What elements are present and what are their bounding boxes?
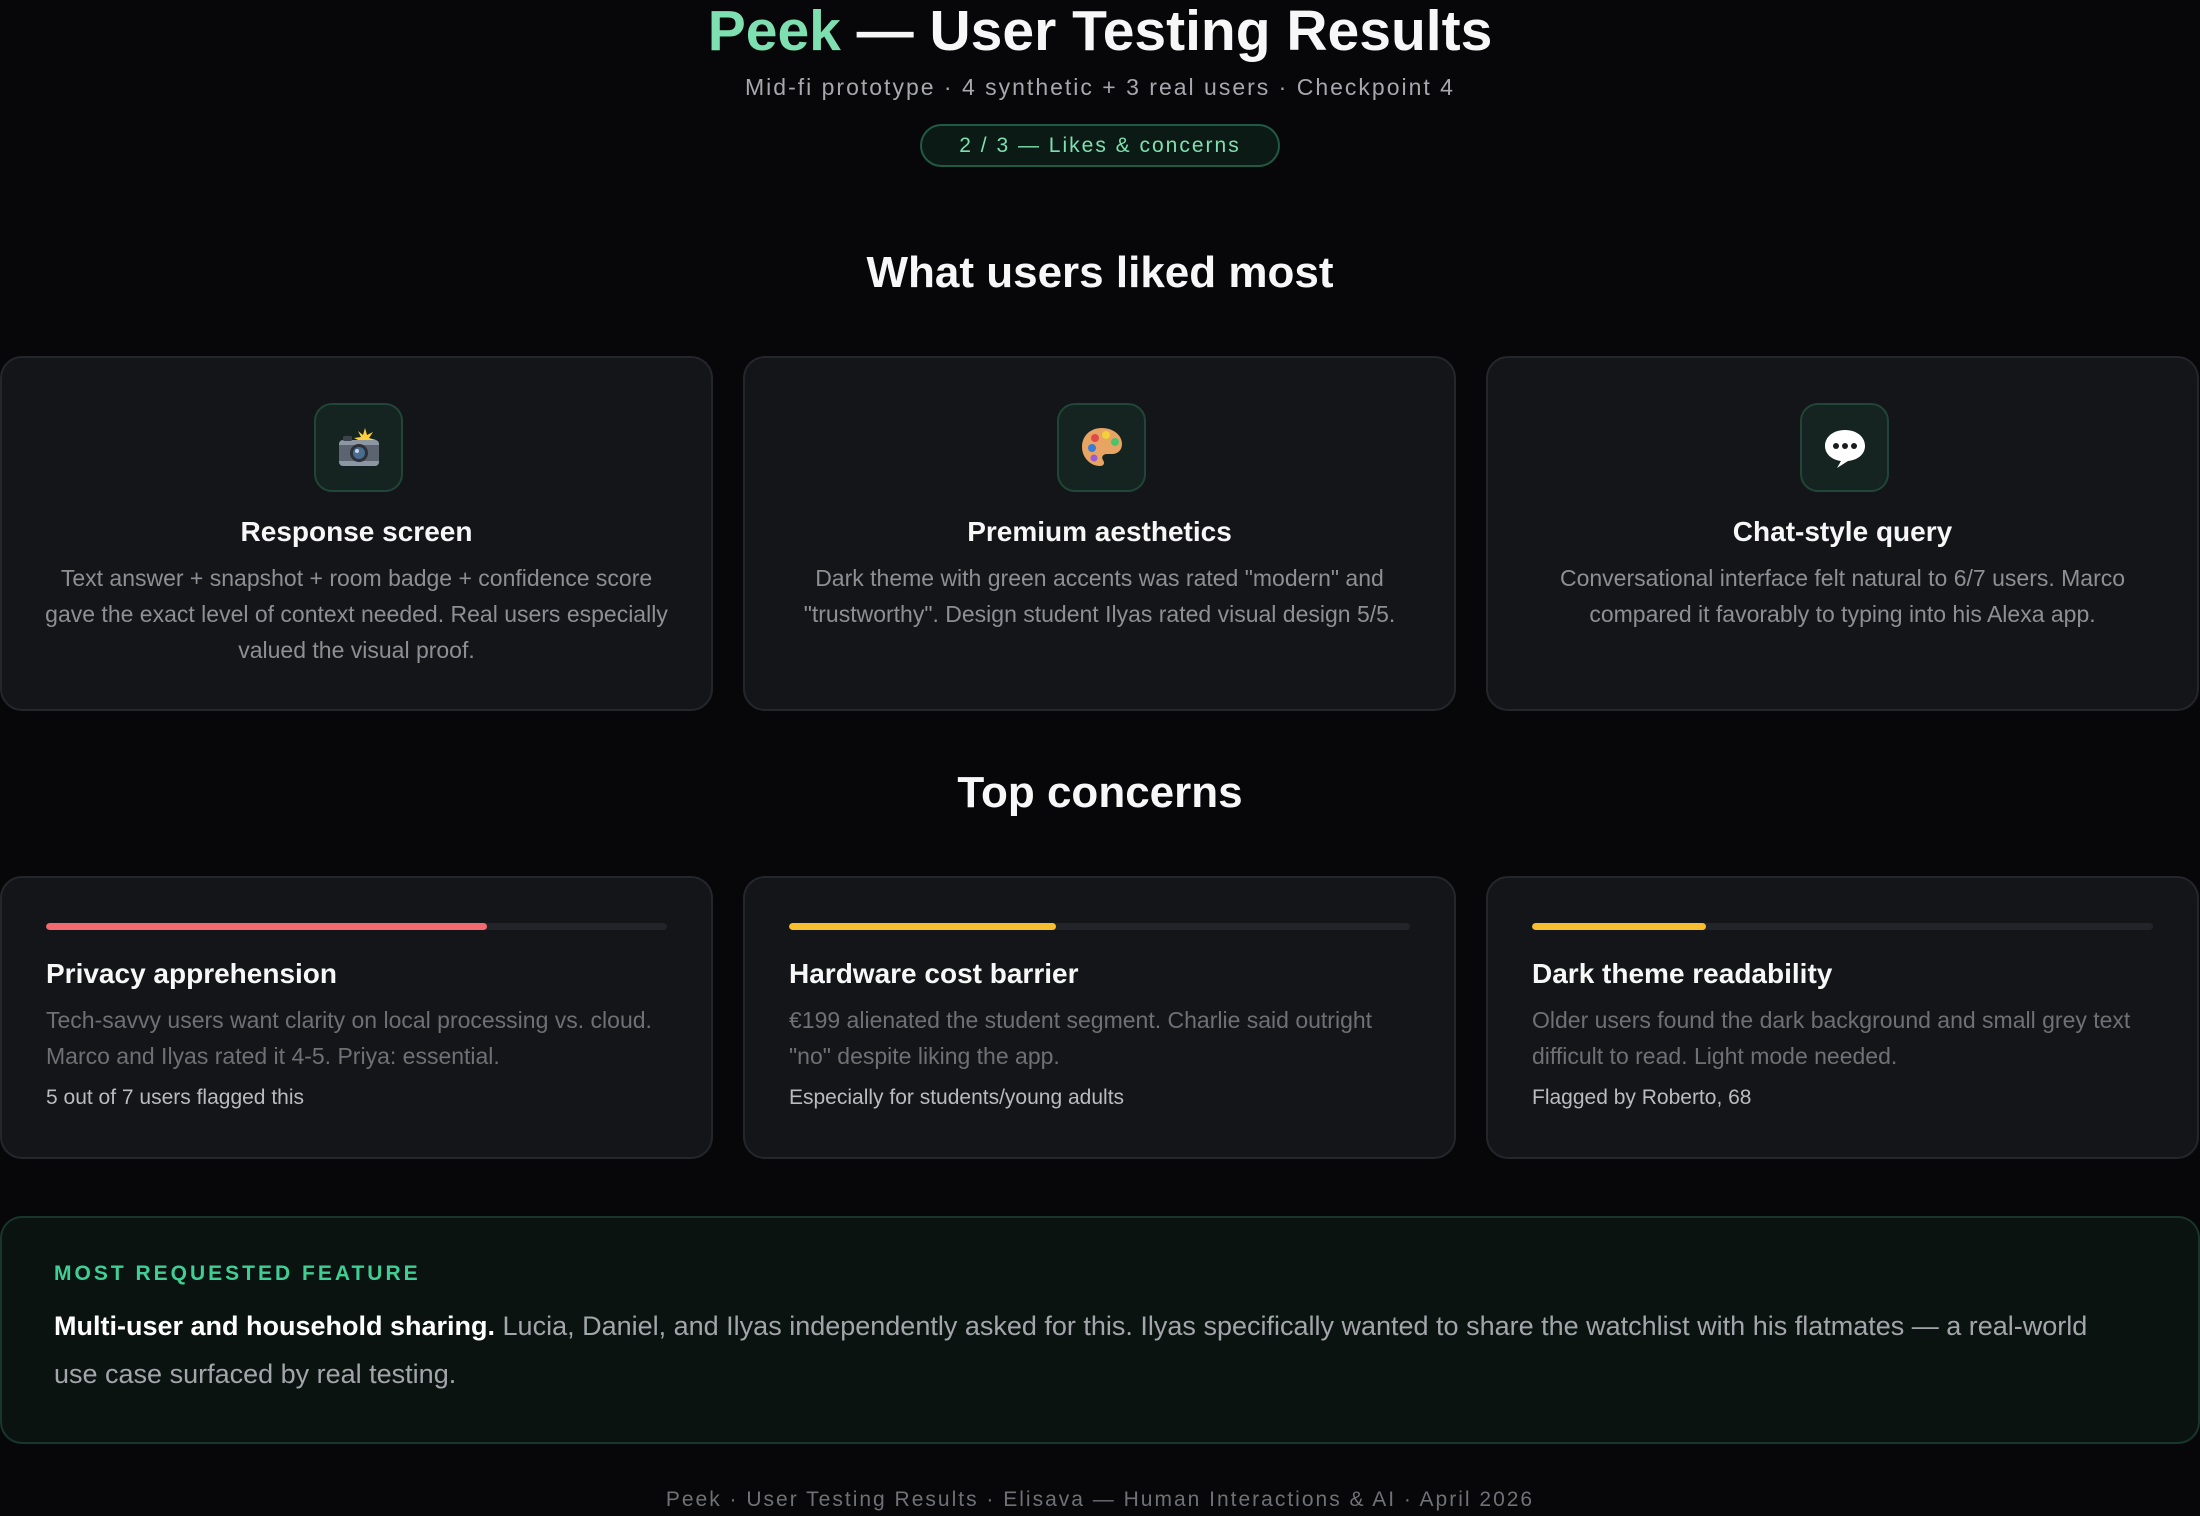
liked-card-title: Response screen <box>240 516 473 547</box>
severity-bar <box>46 923 667 930</box>
liked-card-desc: Text answer + snapshot + room badge + co… <box>45 565 668 663</box>
concern-card-desc: Tech-savvy users want clarity on local p… <box>46 1007 652 1069</box>
severity-bar-fill <box>789 923 1057 930</box>
footer: Peek · User Testing Results · Elisava — … <box>665 1488 1535 1511</box>
liked-card-title: Chat-style query <box>1732 516 1953 547</box>
feature-text: Multi-user and household sharing. Lucia,… <box>54 1302 2114 1398</box>
concern-card-title: Dark theme readability <box>1532 958 1833 989</box>
concern-card-desc: Older users found the dark background an… <box>1532 1007 2131 1069</box>
feature-label: MOST REQUESTED FEATURE <box>54 1262 421 1285</box>
concern-card-privacy: Privacy apprehension Tech-savvy users wa… <box>0 876 713 1159</box>
liked-card-response-screen: Response screen Text answer + snapshot +… <box>0 356 713 711</box>
page-title: Peek — User Testing Results <box>0 0 2200 62</box>
concern-card-note: 5 out of 7 users flagged this <box>46 1086 304 1109</box>
title-text: — User Testing Results <box>840 0 1493 63</box>
severity-bar-fill <box>46 923 487 930</box>
progress-badge: 2 / 3 — Likes & concerns <box>920 124 1280 167</box>
concern-card-note: Flagged by Roberto, 68 <box>1532 1086 1752 1109</box>
liked-card-desc: Dark theme with green accents was rated … <box>803 565 1396 627</box>
severity-bar <box>789 923 1410 930</box>
concern-card-title: Privacy apprehension <box>46 958 338 989</box>
severity-bar-fill <box>1532 923 1706 930</box>
liked-heading: What users liked most <box>866 248 1334 297</box>
page-subtitle: Mid-fi prototype · 4 synthetic + 3 real … <box>745 74 1455 100</box>
concern-card-dark-theme: Dark theme readability Older users found… <box>1486 876 2199 1159</box>
liked-card-desc: Conversational interface felt natural to… <box>1559 565 2126 627</box>
concern-card-hardware-cost: Hardware cost barrier €199 alienated the… <box>743 876 1456 1159</box>
concerns-heading: Top concerns <box>957 768 1243 817</box>
severity-bar <box>1532 923 2153 930</box>
most-requested-feature-panel: MOST REQUESTED FEATURE Multi-user and ho… <box>0 1216 2200 1444</box>
concern-card-title: Hardware cost barrier <box>789 958 1079 989</box>
feature-bold: Multi-user and household sharing. <box>54 1311 496 1341</box>
palette-icon <box>1057 403 1146 492</box>
page: Peek — User Testing Results Mid-fi proto… <box>0 0 2200 1516</box>
liked-card-premium-aesthetics: Premium aesthetics Dark theme with green… <box>743 356 1456 711</box>
speech-bubble-icon <box>1800 403 1889 492</box>
concern-card-note: Especially for students/young adults <box>789 1086 1125 1109</box>
liked-card-chat-style-query: Chat-style query Conversational interfac… <box>1486 356 2199 711</box>
concern-card-desc: €199 alienated the student segment. Char… <box>789 1007 1373 1069</box>
brand-name: Peek <box>707 0 841 63</box>
camera-flash-icon <box>314 403 403 492</box>
liked-card-title: Premium aesthetics <box>967 516 1232 547</box>
